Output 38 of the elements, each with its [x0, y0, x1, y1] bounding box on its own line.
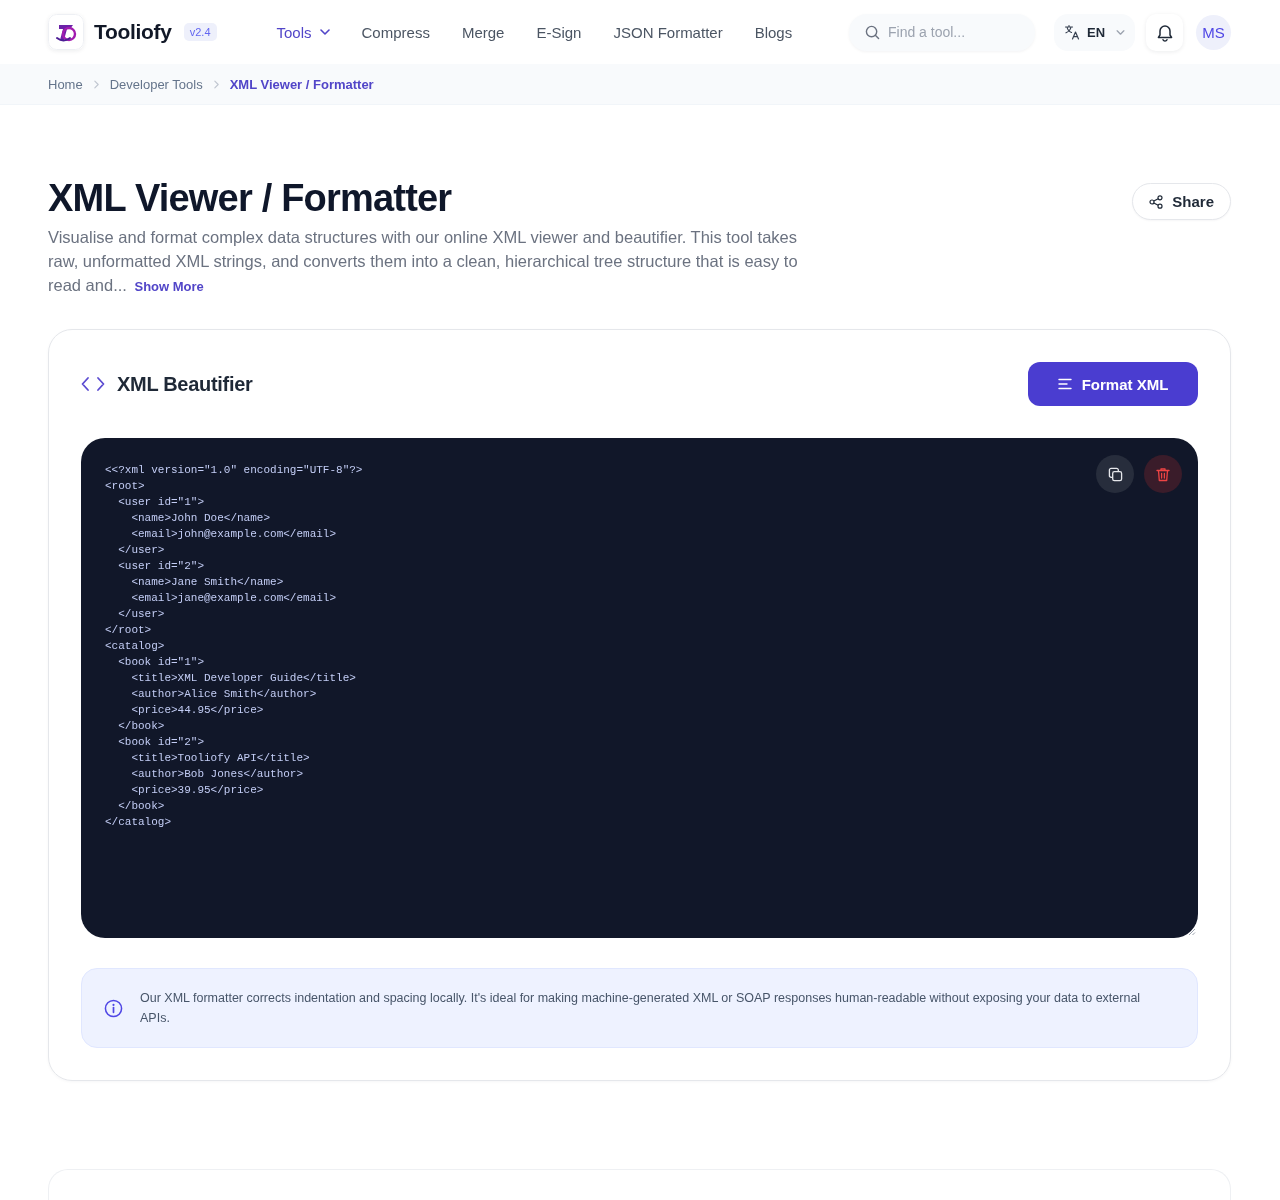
translate-icon	[1063, 24, 1080, 40]
nav-link[interactable]: JSON Formatter	[613, 23, 723, 41]
breadcrumb-link[interactable]: Developer Tools	[109, 76, 203, 92]
info-icon	[104, 998, 123, 1018]
nav-link[interactable]: Compress	[361, 23, 430, 41]
share-icon	[1149, 194, 1164, 209]
breadcrumb-link[interactable]: XML Viewer / Formatter	[229, 76, 374, 92]
avatar[interactable]: MS	[1196, 14, 1231, 50]
resize-grip-icon	[1188, 928, 1196, 936]
copy-button[interactable]	[1096, 455, 1134, 493]
brand-name[interactable]: Tooliofy	[94, 20, 172, 44]
code-text: <<?xml version="1.0" encoding="UTF-8"?> <root> <user id="1"> <name>John Doe</name> <email>john@example.com</email> </user> <user id="2"> <name>Jane Smith</name> <email>jane@example.com</email> </user> </root> <catalog> <book id="1"> <title>XML Developer Guide</title> <author>Alice Smith</author> <price>44.95</price> </book> <book id="2"> <title>Tooliofy API</title> <author>Bob Jones</author> <price>39.95</price> </book> </catalog>	[105, 463, 363, 830]
breadcrumb-link[interactable]: Home	[48, 76, 83, 92]
copy-icon	[1107, 466, 1123, 482]
language-button[interactable]: EN	[1054, 13, 1135, 51]
page-description: Visualise and format complex data structures with our online XML viewer and beautifier. This tool takes raw, unformatted XML strings, and converts them into a clean, hierarchical tree structure that is easy to read and... Show More	[48, 227, 799, 296]
page-title: XML Viewer / Formatter	[48, 176, 453, 221]
version-badge: v2.4	[183, 23, 217, 41]
nav-link[interactable]: E-Sign	[536, 23, 582, 41]
code-icon	[81, 376, 105, 392]
show-more-link[interactable]: Show More	[134, 279, 204, 294]
share-button[interactable]: Share	[1132, 183, 1231, 220]
card-title: XML Beautifier	[117, 372, 253, 396]
notifications-button[interactable]	[1146, 13, 1183, 51]
format-button[interactable]: Format XML	[1028, 362, 1198, 406]
chevron-right-icon	[213, 79, 219, 89]
nav-link[interactable]: Merge	[461, 23, 505, 41]
info-text: Our XML formatter corrects indentation and spacing locally. It's ideal for making machine-generated XML or SOAP responses human-readable without exposing your data to external APIs.	[140, 990, 1142, 1027]
nav-link[interactable]: Tools	[276, 23, 330, 41]
trash-icon	[1156, 466, 1170, 482]
bell-icon	[1155, 22, 1174, 42]
lines-icon	[1057, 378, 1072, 390]
chevron-down-icon	[1116, 29, 1126, 35]
chevron-right-icon	[93, 79, 99, 89]
logo-icon	[48, 14, 84, 50]
search-field[interactable]: Find a tool...	[849, 13, 1035, 51]
nav-link[interactable]: Blogs	[754, 23, 793, 41]
delete-button[interactable]	[1144, 455, 1182, 493]
